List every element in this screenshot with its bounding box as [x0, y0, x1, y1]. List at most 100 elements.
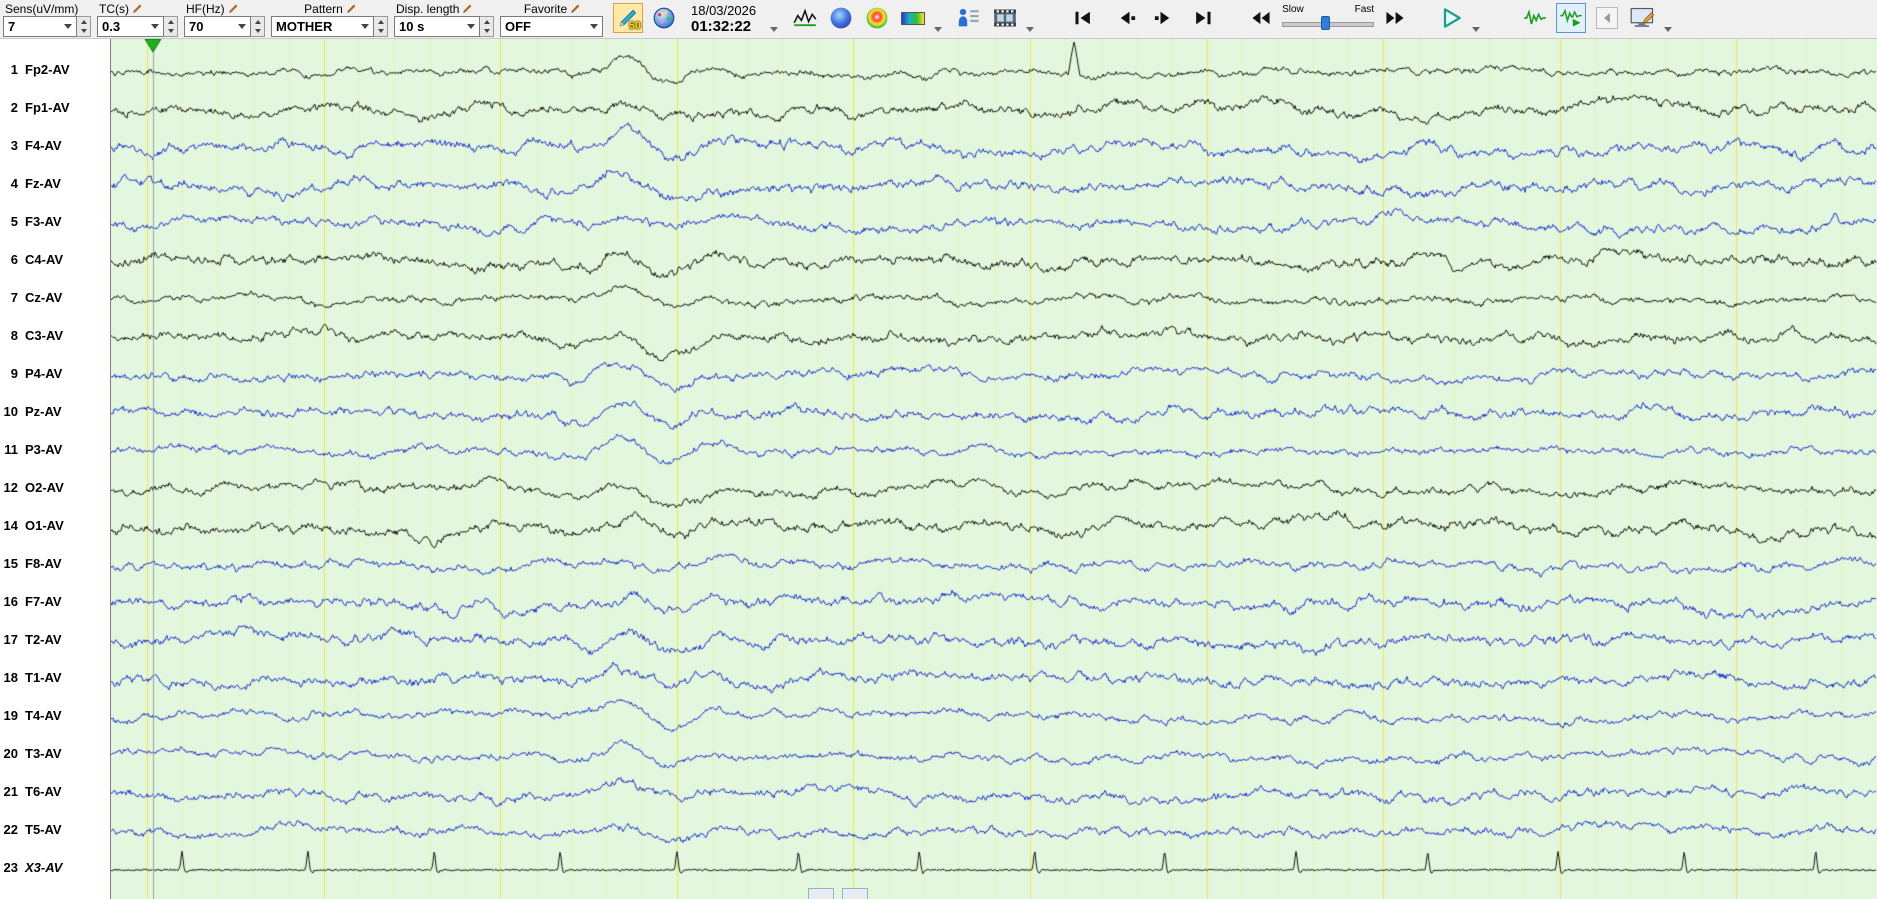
channel-row[interactable]: 10 Pz-AV	[0, 404, 111, 419]
spinner-up-icon[interactable]	[77, 17, 90, 27]
tc-control-group: TC(s) 0.3	[97, 1, 178, 37]
pattern-combobox[interactable]: MOTHER	[271, 16, 374, 37]
bottom-widget[interactable]	[808, 888, 834, 899]
channel-label: Cz-AV	[25, 290, 63, 305]
marker-value-badge: 50	[628, 20, 641, 32]
edit-pencil-icon[interactable]	[570, 3, 581, 14]
channel-row[interactable]: 22 T5-AV	[0, 822, 111, 837]
bottom-widget[interactable]	[842, 888, 868, 899]
channel-row[interactable]: 3 F4-AV	[0, 138, 111, 153]
spinner-up-icon[interactable]	[251, 17, 264, 27]
channel-label: O2-AV	[25, 480, 64, 495]
channel-number: 18	[3, 670, 18, 685]
eeg-playback-view-button[interactable]	[1556, 3, 1587, 33]
channel-row[interactable]: 7 Cz-AV	[0, 290, 111, 305]
channel-row[interactable]: 2 Fp1-AV	[0, 100, 111, 115]
channel-row[interactable]: 20 T3-AV	[0, 746, 111, 761]
toolbar-overflow-chevron-icon[interactable]	[770, 27, 779, 32]
channel-row[interactable]: 6 C4-AV	[0, 252, 111, 267]
channel-row[interactable]: 15 F8-AV	[0, 556, 111, 571]
video-button[interactable]	[990, 3, 1020, 33]
spinner-up-icon[interactable]	[374, 17, 387, 27]
disp-length-spinner[interactable]	[480, 16, 494, 37]
pattern-label: Pattern	[271, 1, 388, 16]
review-edit-button[interactable]	[1628, 3, 1658, 33]
disp-length-combobox[interactable]: 10 s	[394, 16, 480, 37]
speed-slider[interactable]	[1282, 16, 1375, 30]
channel-row[interactable]: 1 Fp2-AV	[0, 62, 111, 77]
pattern-spinner[interactable]	[374, 16, 388, 37]
toolbar-overflow-chevron-icon[interactable]	[1664, 27, 1673, 32]
channel-number: 15	[3, 556, 18, 571]
filmstrip-icon	[993, 8, 1017, 28]
sens-combobox[interactable]: 7	[3, 16, 77, 37]
sens-label-text: Sens(uV/mm)	[5, 1, 79, 16]
hf-value: 70	[189, 19, 204, 34]
spinner-down-icon[interactable]	[251, 27, 264, 37]
channel-number: 23	[3, 860, 18, 875]
channel-row[interactable]: 23 X3-AV	[0, 860, 111, 875]
colormap-scale-button[interactable]	[898, 3, 928, 33]
tc-spinner[interactable]	[164, 16, 178, 37]
patient-info-button[interactable]	[954, 3, 984, 33]
rewind-button[interactable]	[1246, 3, 1276, 33]
brain-map-button[interactable]	[826, 3, 856, 33]
spinner-up-icon[interactable]	[480, 17, 493, 27]
edit-pencil-icon[interactable]	[346, 3, 357, 14]
toolbar-overflow-chevron-icon[interactable]	[1472, 27, 1481, 32]
channel-row[interactable]: 9 P4-AV	[0, 366, 111, 381]
channel-number: 21	[3, 784, 18, 799]
step-forward-button[interactable]	[1148, 3, 1178, 33]
time-text: 01:32:22	[691, 18, 752, 35]
spinner-down-icon[interactable]	[374, 27, 387, 37]
channel-row[interactable]: 21 T6-AV	[0, 784, 111, 799]
channel-row[interactable]: 12 O2-AV	[0, 480, 111, 495]
step-back-button[interactable]	[1112, 3, 1142, 33]
skip-to-end-icon	[1193, 8, 1213, 28]
channel-row[interactable]: 18 T1-AV	[0, 670, 111, 685]
spinner-down-icon[interactable]	[480, 27, 493, 37]
eeg-trace-canvas[interactable]	[111, 39, 1877, 899]
tc-combobox[interactable]: 0.3	[97, 16, 164, 37]
play-button[interactable]	[1436, 3, 1466, 33]
skip-to-start-button[interactable]	[1068, 3, 1098, 33]
step-back-icon	[1117, 8, 1137, 28]
favorite-value: OFF	[505, 19, 531, 34]
datetime-display: 18/03/2026 01:32:22	[691, 2, 756, 36]
toolbar-overflow-chevron-icon[interactable]	[934, 27, 943, 32]
channel-number: 4	[10, 176, 18, 191]
channel-row[interactable]: 16 F7-AV	[0, 594, 111, 609]
channel-row[interactable]: 8 C3-AV	[0, 328, 111, 343]
skip-to-end-button[interactable]	[1188, 3, 1218, 33]
sens-spinner[interactable]	[77, 16, 91, 37]
channel-number: 11	[4, 442, 18, 457]
toolbar-overflow-chevron-icon[interactable]	[1026, 27, 1035, 32]
hf-combobox[interactable]: 70	[184, 16, 251, 37]
trend-waveform-button[interactable]	[790, 3, 820, 33]
edit-pencil-icon[interactable]	[228, 3, 239, 14]
spinner-down-icon[interactable]	[164, 27, 177, 37]
edit-pencil-icon[interactable]	[132, 3, 143, 14]
color-map-button[interactable]	[862, 3, 892, 33]
fast-forward-button[interactable]	[1380, 3, 1410, 33]
channel-row[interactable]: 4 Fz-AV	[0, 176, 111, 191]
channel-row[interactable]: 11 P3-AV	[0, 442, 111, 457]
edit-pencil-icon[interactable]	[462, 3, 473, 14]
back-page-button[interactable]	[1592, 3, 1622, 33]
spinner-down-icon[interactable]	[77, 27, 90, 37]
hf-spinner[interactable]	[251, 16, 265, 37]
disp-length-value: 10 s	[399, 19, 425, 34]
channel-row[interactable]: 19 T4-AV	[0, 708, 111, 723]
speed-slider-thumb[interactable]	[1320, 16, 1330, 30]
electrode-map-button[interactable]	[649, 3, 679, 33]
favorite-combobox[interactable]: OFF	[500, 16, 603, 37]
channel-row[interactable]: 5 F3-AV	[0, 214, 111, 229]
channel-row[interactable]: 14 O1-AV	[0, 518, 111, 533]
spinner-up-icon[interactable]	[164, 17, 177, 27]
channel-row[interactable]: 17 T2-AV	[0, 632, 111, 647]
hf-label: HF(Hz)	[184, 1, 265, 16]
marker-pen-tool-button[interactable]: 50	[613, 3, 643, 33]
green-eeg-play-icon	[1559, 8, 1583, 28]
eeg-trace-view-button[interactable]	[1520, 3, 1550, 33]
channel-number: 3	[10, 138, 18, 153]
